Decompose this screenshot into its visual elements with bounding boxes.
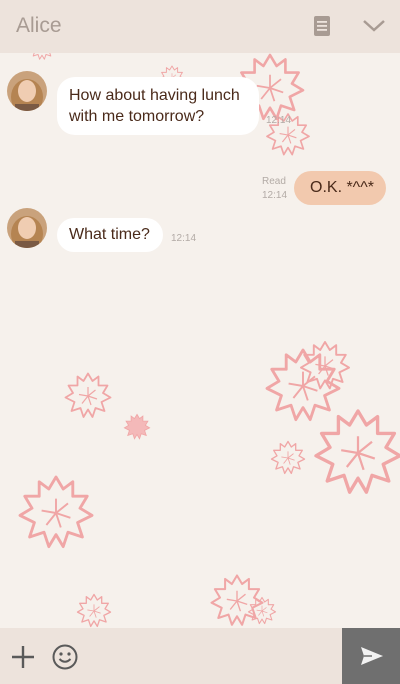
contact-name: Alice — [16, 14, 62, 37]
send-button[interactable] — [342, 628, 400, 684]
message-bubble-mine[interactable]: O.K. *^^* — [294, 171, 386, 205]
send-icon — [360, 646, 384, 671]
avatar[interactable] — [7, 71, 47, 111]
message-text: How about having lunch — [69, 87, 240, 104]
chat-area[interactable]: How about having lunch with me tomorrow?… — [0, 53, 400, 628]
message-bubble[interactable]: What time? — [57, 218, 163, 252]
message-text: O.K. *^^* — [310, 179, 374, 196]
emoji-icon[interactable] — [52, 644, 78, 675]
message-time: 12:14 — [266, 115, 292, 126]
message-text: What time? — [69, 226, 150, 243]
input-bar — [0, 628, 400, 684]
flower-wallpaper — [18, 53, 400, 628]
message-time: 12:14 — [171, 233, 197, 244]
message-bubble[interactable]: How about having lunch with me tomorrow? — [57, 77, 259, 135]
avatar[interactable] — [7, 208, 47, 248]
chevron-down-icon[interactable] — [362, 19, 386, 38]
plus-icon[interactable] — [11, 645, 35, 674]
notes-icon[interactable] — [313, 15, 331, 42]
message-text: with me tomorrow? — [69, 108, 205, 125]
read-status: Read — [262, 176, 286, 187]
message-time: 12:14 — [262, 190, 288, 201]
chat-header: Alice — [0, 0, 400, 53]
